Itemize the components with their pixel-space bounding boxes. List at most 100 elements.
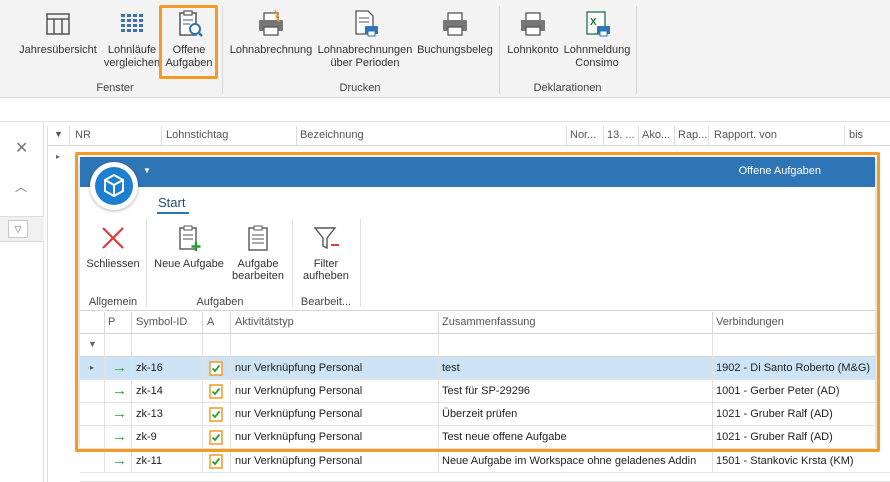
- schliessen-button[interactable]: Schliessen: [86, 223, 140, 270]
- ribbon-separator: [636, 6, 637, 94]
- printer-icon: [259, 9, 283, 36]
- calendar-grid-icon: [46, 13, 70, 35]
- column-header[interactable]: A: [207, 316, 214, 328]
- lohnlaeufe-label-1: Lohnläufe: [107, 44, 157, 56]
- lohnabrechnungen-label-1: Lohnabrechnungen: [317, 44, 413, 56]
- caret-down-icon[interactable]: ▼: [143, 166, 151, 175]
- lohnabrechnungen-perioden-button[interactable]: Lohnabrechnungen über Perioden: [316, 8, 414, 70]
- column-header[interactable]: NR: [75, 129, 91, 141]
- clipboard-add-icon: [179, 225, 201, 251]
- neue-aufgabe-button[interactable]: Neue Aufgabe: [152, 223, 226, 270]
- task-grid-header: P Symbol-ID A Aktivitätstyp Zusammenfass…: [80, 312, 875, 334]
- chevron-down-icon[interactable]: ▽: [8, 220, 28, 238]
- document-print-icon: [355, 10, 378, 37]
- neue-aufgabe-label: Neue Aufgabe: [154, 258, 224, 270]
- column-header[interactable]: Nor...: [570, 129, 596, 141]
- column-header[interactable]: 13. ...: [607, 129, 635, 141]
- printer-icon: [443, 12, 467, 36]
- verbindungen: 1501 - Stankovic Krsta (KM): [716, 455, 854, 467]
- symbol-id: zk-13: [136, 408, 163, 420]
- zusammenfassung: test: [442, 362, 460, 374]
- column-header[interactable]: Rapport. von: [714, 129, 777, 141]
- buchungsbeleg-label: Buchungsbeleg: [417, 44, 493, 56]
- buchungsbeleg-button[interactable]: Buchungsbeleg: [416, 8, 494, 57]
- aufgabe-bearbeiten-button[interactable]: Aufgabe bearbeiten: [230, 223, 286, 282]
- group-drucken-label: Drucken: [339, 82, 381, 94]
- verbindungen: 1021 - Gruber Ralf (AD): [716, 431, 833, 443]
- group-deklarationen-label: Deklarationen: [533, 82, 602, 94]
- lohnabrechnungen-label-2: über Perioden: [330, 57, 400, 69]
- offene-aufgaben-dialog: ▼ Offene Aufgaben Start Schliessen Neue …: [80, 157, 875, 449]
- green-arrow-icon: →: [112, 428, 127, 445]
- lohnmeldung-label-1: Lohnmeldung: [563, 44, 631, 56]
- main-ribbon: Jahresübersicht Lohnläufe vergleichen Of…: [0, 0, 890, 98]
- schliessen-label: Schliessen: [86, 258, 140, 270]
- offene-aufgaben-highlight: [159, 5, 218, 79]
- lohnlaeufe-vergleichen-button[interactable]: Lohnläufe vergleichen: [102, 8, 162, 70]
- aktivitaetstyp: nur Verknüpfung Personal: [235, 408, 363, 420]
- table-row[interactable]: → zk-14 nur Verknüpfung Personal Test fü…: [80, 380, 875, 403]
- task-grid-filter-row[interactable]: ▼: [80, 334, 875, 357]
- lohnlaeufe-label-2: vergleichen: [103, 57, 161, 69]
- ribbon-separator: [499, 6, 500, 94]
- compare-grid-icon: [121, 14, 143, 32]
- filter-clear-icon: [313, 227, 339, 250]
- svg-text:X: X: [590, 17, 597, 28]
- zusammenfassung: Überzeit prüfen: [442, 408, 518, 420]
- filter-aufheben-button[interactable]: Filter aufheben: [298, 223, 354, 282]
- aktivitaetstyp: nur Verknüpfung Personal: [235, 385, 363, 397]
- column-header[interactable]: Aktivitätstyp: [235, 316, 294, 328]
- row-indicator-icon: ▸: [56, 152, 61, 161]
- filter-label-1: Filter: [313, 258, 339, 270]
- background-grid-header: ▼ NR Lohnstichtag Bezeichnung Nor... 13.…: [48, 126, 890, 146]
- table-row[interactable]: ▸ → zk-16 nur Verknüpfung Personal test …: [80, 357, 875, 380]
- task-check-icon: [209, 407, 223, 422]
- column-header[interactable]: Lohnstichtag: [166, 129, 228, 141]
- tab-start[interactable]: Start: [158, 195, 185, 210]
- column-header[interactable]: Symbol-ID: [136, 316, 187, 328]
- chevron-up-icon[interactable]: ︿: [15, 178, 27, 195]
- task-check-icon: [209, 430, 223, 445]
- bearbeiten-label-1: Aufgabe: [237, 258, 279, 270]
- column-header[interactable]: Zusammenfassung: [442, 316, 536, 328]
- row-indicator-icon: ▸: [90, 363, 95, 372]
- dialog-title: Offene Aufgaben: [738, 165, 821, 177]
- column-header[interactable]: Rap...: [678, 129, 707, 141]
- zusammenfassung: Test neue offene Aufgabe: [442, 431, 567, 443]
- green-arrow-icon: →: [112, 452, 127, 469]
- sub-toolbar: [0, 98, 890, 122]
- column-header[interactable]: bis: [849, 129, 863, 141]
- aktivitaetstyp: nur Verknüpfung Personal: [235, 431, 363, 443]
- cube-icon: [95, 167, 133, 205]
- close-icon: [102, 227, 124, 249]
- group-fenster-label: Fenster: [96, 82, 134, 94]
- lohnmeldung-consimo-button[interactable]: X Lohnmeldung Consimo: [563, 8, 631, 70]
- task-grid: P Symbol-ID A Aktivitätstyp Zusammenfass…: [80, 312, 875, 449]
- symbol-id: zk-14: [136, 385, 163, 397]
- filter-icon[interactable]: ▼: [88, 339, 97, 349]
- symbol-id: zk-11: [136, 455, 163, 467]
- jahresuebersicht-button[interactable]: Jahresübersicht: [18, 8, 98, 57]
- table-row[interactable]: → zk-9 nur Verknüpfung Personal Test neu…: [80, 426, 875, 449]
- green-arrow-icon: →: [112, 359, 127, 376]
- column-header[interactable]: Verbindungen: [716, 316, 784, 328]
- lohnabrechnung-button[interactable]: Lohnabrechnung: [229, 8, 313, 57]
- lohnkonto-button[interactable]: Lohnkonto: [505, 8, 561, 57]
- aktivitaetstyp: nur Verknüpfung Personal: [235, 362, 363, 374]
- column-header[interactable]: Ako...: [642, 129, 670, 141]
- verbindungen: 1001 - Gerber Peter (AD): [716, 385, 840, 397]
- table-row[interactable]: → zk-13 nur Verknüpfung Personal Überzei…: [80, 403, 875, 426]
- app-logo[interactable]: [90, 162, 138, 210]
- table-row[interactable]: [80, 473, 890, 482]
- dialog-ribbon: Schliessen Neue Aufgabe Aufgabe bearbeit…: [80, 217, 875, 311]
- green-arrow-icon: →: [112, 382, 127, 399]
- task-check-icon: [209, 361, 223, 376]
- column-header[interactable]: P: [108, 316, 115, 328]
- aktivitaetstyp: nur Verknüpfung Personal: [235, 455, 363, 467]
- close-icon[interactable]: ✕: [15, 138, 28, 158]
- zusammenfassung: Test für SP-29296: [442, 385, 531, 397]
- tab-start-underline: [157, 212, 189, 214]
- column-header[interactable]: Bezeichnung: [300, 129, 364, 141]
- filter-icon[interactable]: ▼: [54, 129, 63, 139]
- table-row[interactable]: → zk-11 nur Verknüpfung Personal Neue Au…: [80, 450, 890, 473]
